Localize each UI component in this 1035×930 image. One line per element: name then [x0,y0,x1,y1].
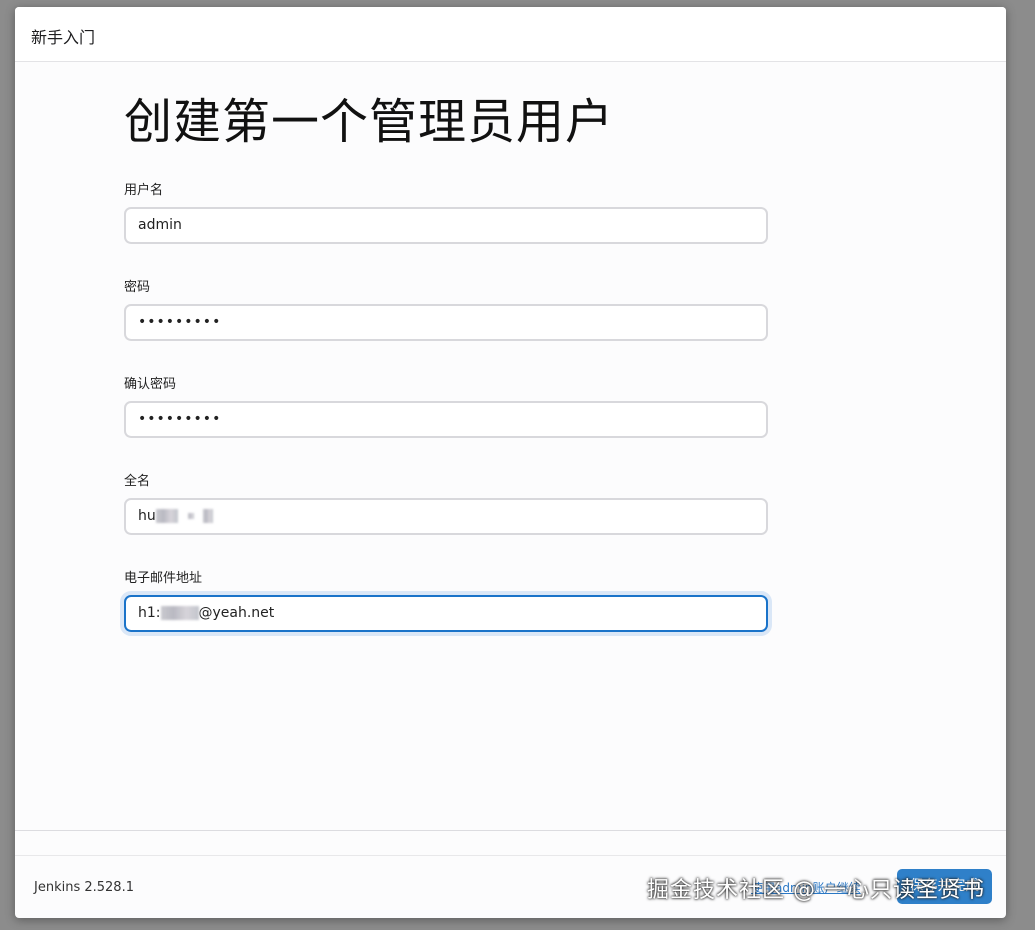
username-field-group: 用户名 admin [124,179,768,244]
dialog-header: 新手入门 [15,7,1006,62]
redacted-blur [202,509,213,523]
email-label: 电子邮件地址 [124,571,203,586]
version-label: Jenkins 2.528.1 [34,880,134,895]
create-admin-form: 创建第一个管理员用户 用户名 admin 密码 ••••••••• 确认密码 •… [124,92,774,632]
redacted-blur [155,509,178,523]
redacted-blur [188,513,195,519]
username-label: 用户名 [124,183,164,198]
setup-wizard-dialog: 新手入门 创建第一个管理员用户 用户名 admin 密码 ••••••••• 确… [15,7,1006,918]
fullname-label: 全名 [124,474,151,489]
footer-divider [15,830,1006,831]
password-field-group: 密码 ••••••••• [124,276,768,341]
fullname-field-group: 全名 hu [124,470,768,535]
confirm-password-label: 确认密码 [124,377,177,392]
dialog-title: 新手入门 [31,28,96,47]
watermark: 掘金技术社区 @ 一心只读圣贤书 [647,878,985,903]
page-title: 创建第一个管理员用户 [124,94,615,150]
fullname-input[interactable]: hu [124,498,768,535]
password-input[interactable]: ••••••••• [124,304,768,341]
email-value-suffix: @yeah.net [198,605,275,621]
confirm-password-value: ••••••••• [138,411,222,427]
redacted-blur [160,606,199,620]
footer-divider [15,855,1006,856]
password-value: ••••••••• [138,314,222,330]
username-input[interactable]: admin [124,207,768,244]
email-value-prefix: h1: [138,605,161,621]
email-field-group: 电子邮件地址 h1: @yeah.net [124,567,768,632]
password-label: 密码 [124,280,151,295]
username-value: admin [138,217,182,233]
fullname-value: hu [138,508,156,524]
confirm-password-field-group: 确认密码 ••••••••• [124,373,768,438]
confirm-password-input[interactable]: ••••••••• [124,401,768,438]
email-input[interactable]: h1: @yeah.net [124,595,768,632]
